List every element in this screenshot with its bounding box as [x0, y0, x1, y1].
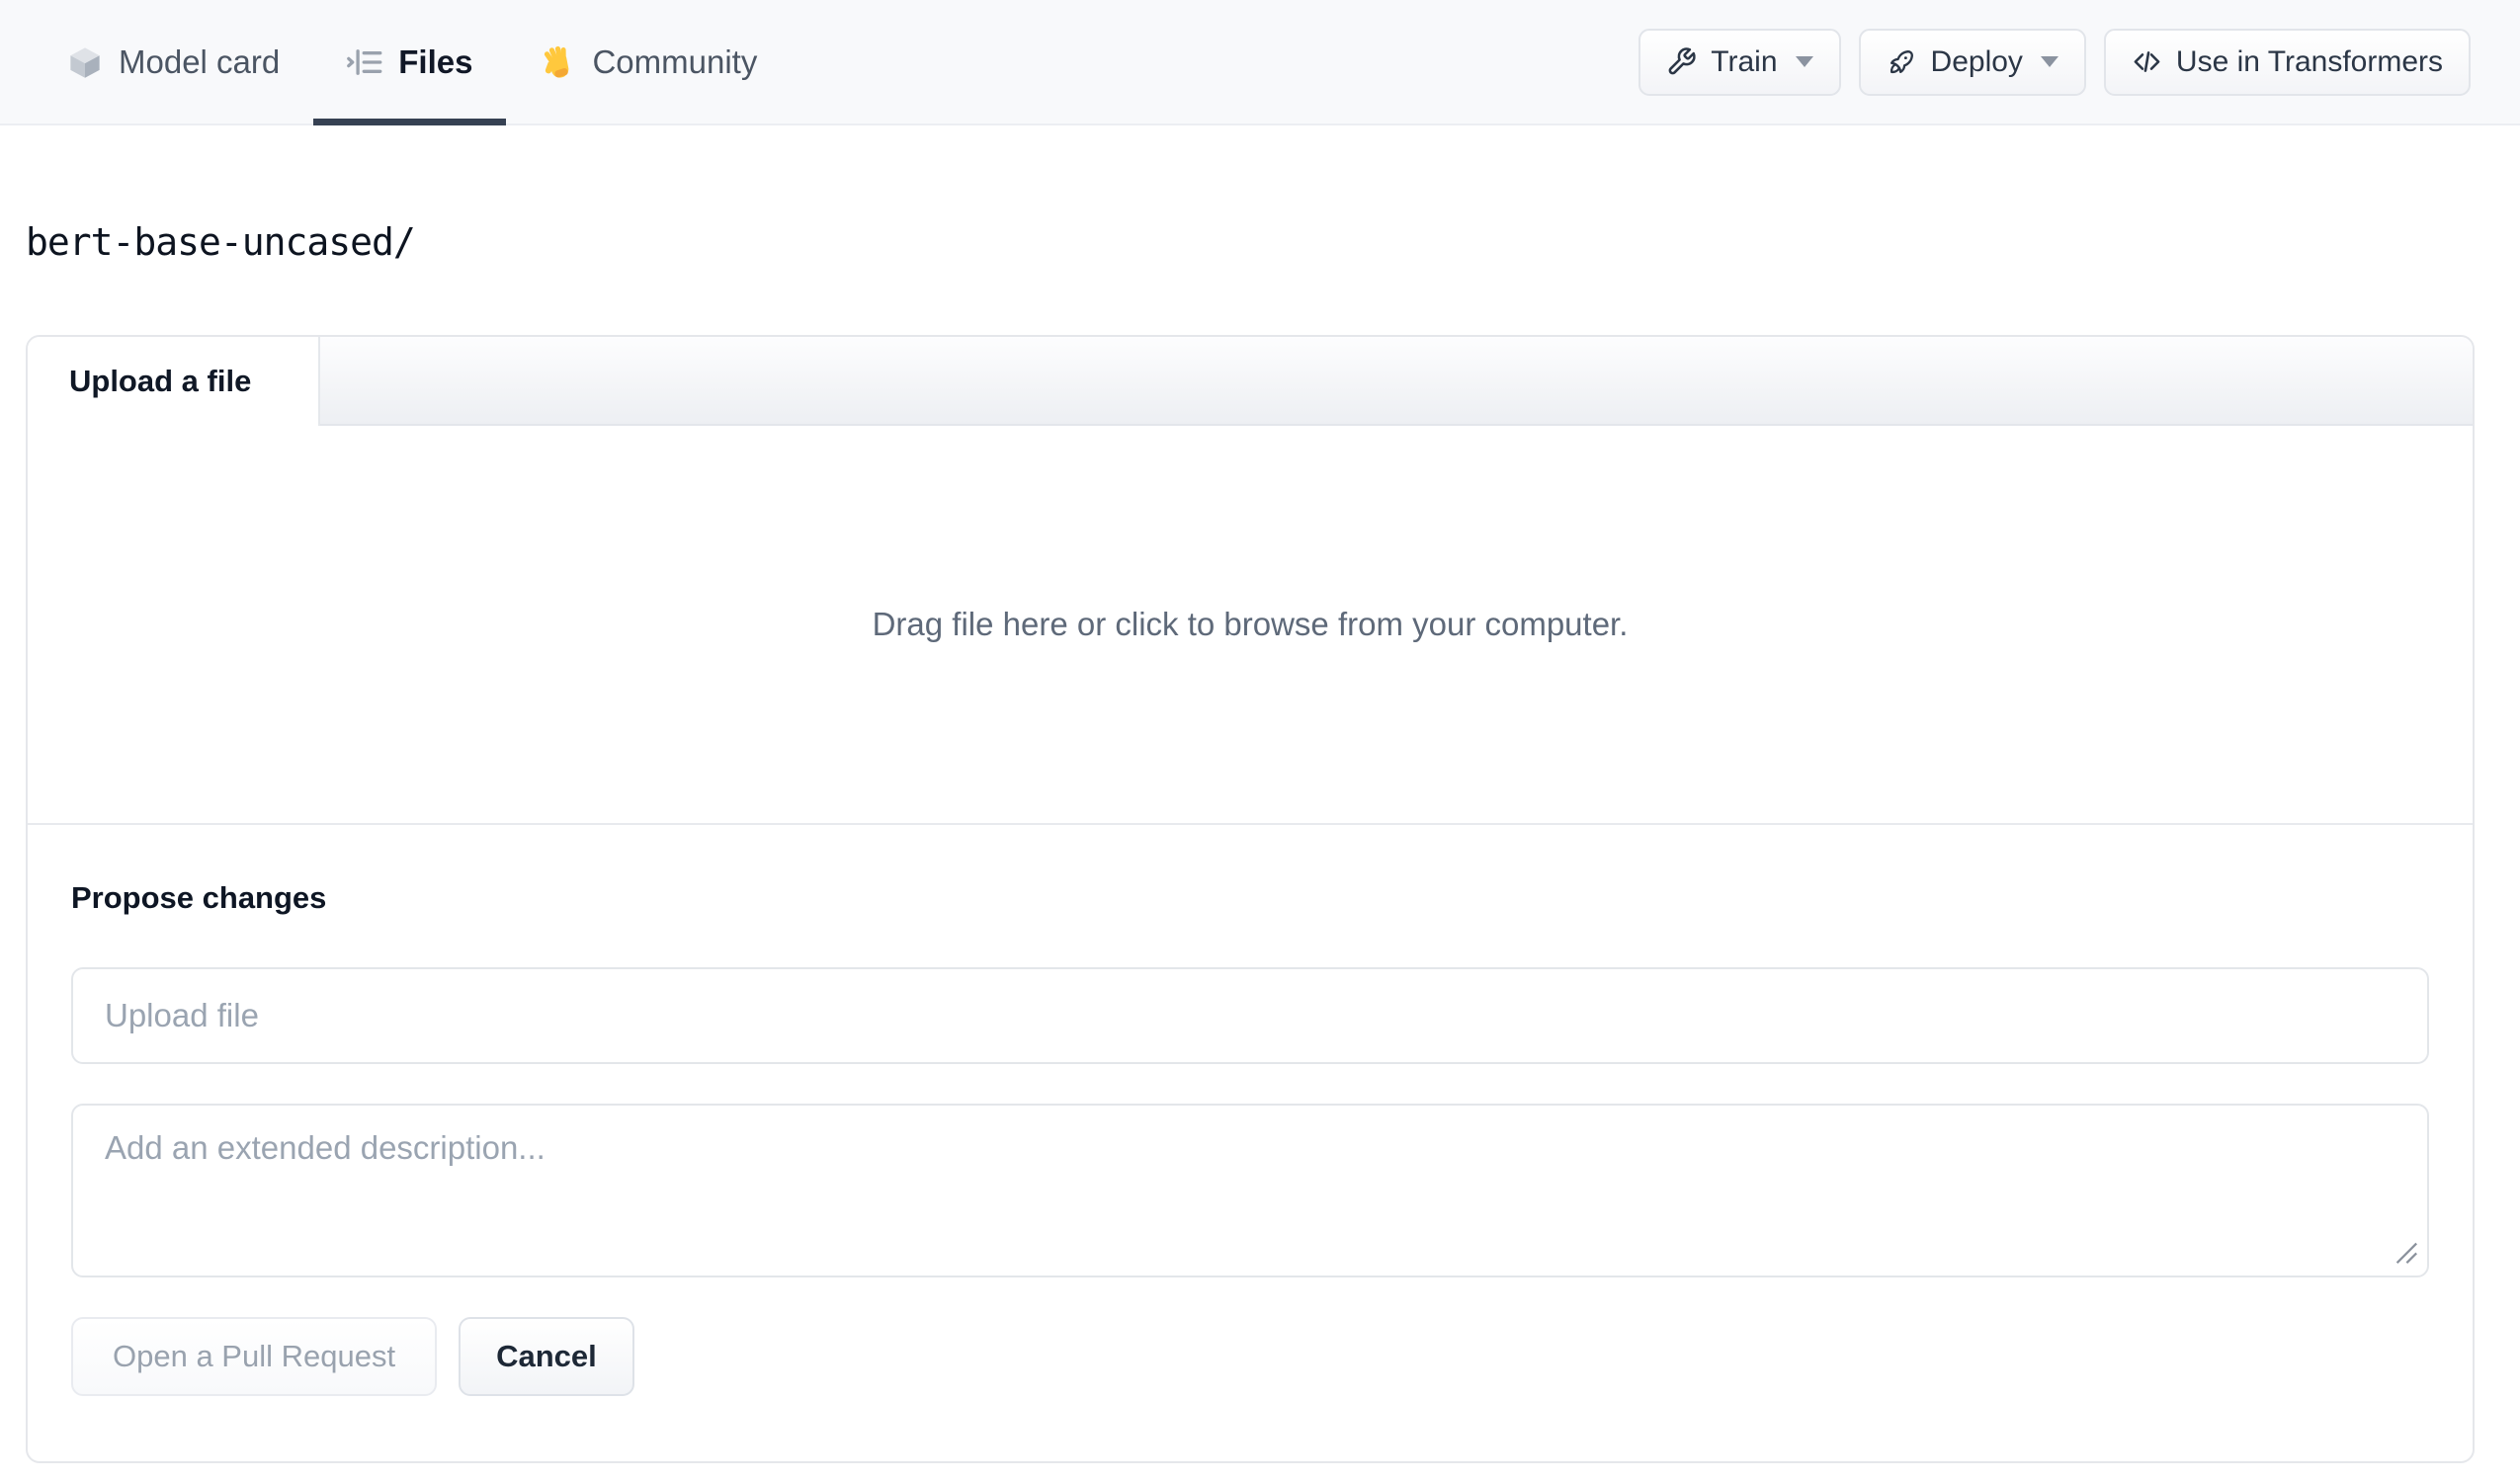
upload-filename-input[interactable]: [71, 967, 2429, 1064]
tab-upload-a-file[interactable]: Upload a file: [28, 337, 320, 426]
open-pull-request-button[interactable]: Open a Pull Request: [71, 1317, 438, 1396]
repo-tab-list: Model card Files Community: [34, 0, 791, 125]
propose-changes-section: Propose changes Open a Pull Request Canc…: [28, 825, 2473, 1461]
file-dropzone[interactable]: Drag file here or click to browse from y…: [28, 426, 2473, 825]
upload-file-card: Upload a file Drag file here or click to…: [26, 335, 2475, 1463]
use-in-transformers-label: Use in Transformers: [2175, 44, 2443, 78]
deploy-button-label: Deploy: [1930, 44, 2023, 78]
tab-upload-a-file-label: Upload a file: [69, 364, 252, 398]
tab-files[interactable]: Files: [313, 0, 507, 125]
propose-changes-heading: Propose changes: [71, 880, 327, 915]
code-icon: [2132, 46, 2162, 77]
description-field-wrapper: [71, 1104, 2429, 1277]
deploy-button[interactable]: Deploy: [1858, 28, 2086, 96]
upload-card-tab-row: Upload a file: [28, 337, 2473, 426]
files-list-icon: [347, 44, 382, 80]
extended-description-textarea[interactable]: [71, 1104, 2429, 1277]
caret-down-icon: [1795, 56, 1813, 67]
wrench-icon: [1666, 46, 1697, 77]
tab-files-label: Files: [398, 42, 473, 80]
tab-model-card[interactable]: Model card: [34, 0, 313, 124]
tab-model-card-label: Model card: [119, 42, 281, 80]
tab-row-filler: [320, 337, 2473, 426]
rocket-icon: [1887, 46, 1917, 77]
dropzone-hint-text: Drag file here or click to browse from y…: [872, 606, 1629, 642]
train-button[interactable]: Train: [1638, 28, 1841, 96]
use-in-transformers-button[interactable]: Use in Transformers: [2103, 28, 2471, 96]
active-tab-underline: [313, 119, 507, 125]
repo-navbar: Model card Files Community Train Deploy …: [0, 0, 2520, 125]
cancel-button[interactable]: Cancel: [459, 1317, 634, 1396]
caret-down-icon: [2040, 56, 2058, 67]
repo-action-buttons: Train Deploy Use in Transformers: [1638, 0, 2471, 124]
tab-community[interactable]: Community: [506, 0, 791, 124]
breadcrumb: bert-base-uncased/: [26, 220, 416, 264]
train-button-label: Train: [1711, 44, 1778, 78]
tab-community-label: Community: [592, 42, 758, 80]
propose-actions-row: Open a Pull Request Cancel: [71, 1317, 2429, 1396]
waving-hand-icon: [540, 43, 576, 80]
cube-icon: [67, 44, 103, 80]
